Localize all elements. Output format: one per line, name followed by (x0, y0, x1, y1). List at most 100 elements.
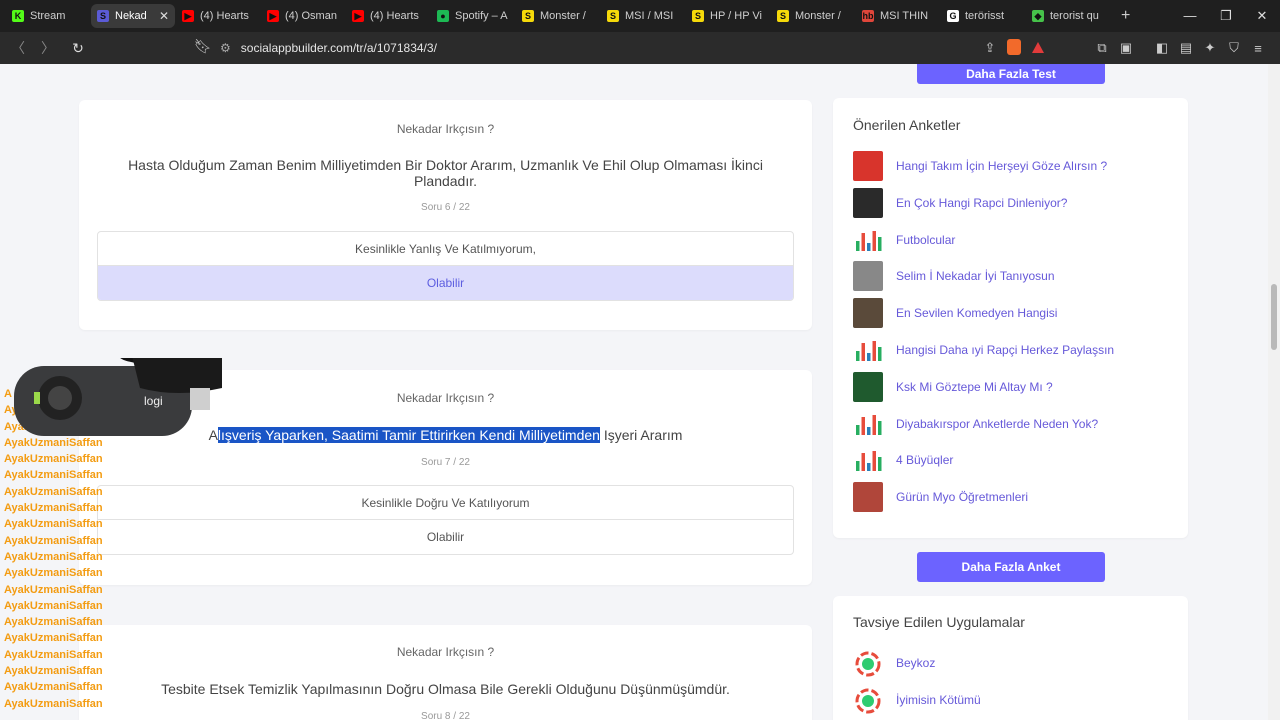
browser-tab[interactable]: K Stream (6, 4, 90, 28)
app-item[interactable]: İyimisin Kötümü (853, 685, 981, 715)
browser-tab[interactable]: hb MSI THIN (856, 4, 940, 28)
cam-brand-label: logi (144, 394, 163, 408)
browser-tab[interactable]: S HP / HP Vi (686, 4, 770, 28)
survey-label: 4 Büyüqler (896, 453, 954, 468)
page-scrollbar[interactable] (1268, 64, 1280, 720)
chat-line: AyakUzmaniSaffan (4, 584, 324, 600)
answer-option-selected[interactable]: Olabilir (98, 266, 793, 300)
minimize-icon[interactable]: — (1172, 0, 1208, 32)
tab-title: (4) Hearts (370, 10, 419, 22)
browser-tab[interactable]: S Monster / (516, 4, 600, 28)
bookmark-icon[interactable]: 🔖︎ (194, 38, 212, 55)
survey-item[interactable]: En Çok Hangi Rapci Dinleniyor? (853, 187, 1067, 218)
browser-tab[interactable]: Gterörisst (941, 4, 1025, 28)
tab-favicon-icon: S (607, 10, 619, 22)
survey-item[interactable]: Ksk Mi Göztepe Mi Altay Mı ? (853, 371, 1053, 402)
wallet-icon[interactable]: ▤ (1174, 40, 1198, 56)
survey-label: En Sevilen Komedyen Hangisi (896, 306, 1058, 321)
question-card-6: Nekadar Irkçısın ? Hasta Olduğum Zaman B… (79, 100, 812, 330)
chat-username: AyakUzmaniSaffan (4, 681, 103, 694)
address-bar[interactable]: ⚙ socialappbuilder.com/tr/a/1071834/3/ (220, 36, 1020, 60)
screenshot-icon[interactable]: ▣ (1114, 40, 1138, 56)
question-title: Nekadar Irkçısın ? (396, 122, 495, 136)
leo-ai-icon[interactable]: ✦ (1198, 40, 1222, 56)
survey-item[interactable]: Diyabakırspor Anketlerde Neden Yok? (853, 409, 1098, 439)
survey-label: Futbolcular (896, 232, 956, 247)
chat-line: AyakUzmaniSaffan (4, 600, 324, 616)
new-tab-icon[interactable]: + (1121, 7, 1130, 25)
tab-title: HP / HP Vi (710, 10, 762, 22)
tab-title: Monster / (795, 10, 841, 22)
site-info-icon[interactable]: ⚙ (220, 41, 231, 55)
survey-item[interactable]: Hangisi Daha ıyi Rapçi Herkez Paylaşsın (853, 335, 1114, 365)
survey-item[interactable]: Futbolcular (853, 225, 955, 255)
tab-favicon-icon: ▶ (267, 10, 279, 22)
close-window-icon[interactable]: ✕ (1244, 0, 1280, 32)
chat-line: AyakUzmaniSaffan (4, 486, 324, 502)
survey-label: Ksk Mi Göztepe Mi Altay Mı ? (896, 379, 1053, 394)
brave-shields-icon[interactable] (1002, 38, 1026, 58)
survey-label: Hangi Takım İçin Herşeyi Göze Alırsın ? (896, 159, 1108, 173)
question-counter: Soru 6 / 22 (421, 202, 470, 213)
scrollbar-thumb[interactable] (1271, 284, 1277, 350)
chat-username: AyakUzmaniSaffan (4, 453, 103, 466)
share-icon[interactable]: ⇪ (978, 40, 1002, 56)
tab-favicon-icon: S (692, 10, 704, 22)
more-surveys-button[interactable]: Daha Fazla Anket (917, 552, 1105, 582)
browser-tab[interactable]: S Nekad ✕ (91, 4, 175, 28)
chat-username: AyakUzmaniSaffan (4, 616, 103, 629)
chat-username: AyakUzmaniSaffan (4, 697, 103, 710)
app-icon (855, 688, 881, 714)
browser-tab[interactable]: ▶ (4) Hearts (176, 4, 260, 28)
browser-tab[interactable]: ◆ terorist qu (1026, 4, 1110, 28)
browser-tab-bar: K Stream S Nekad ✕ ▶ (4) Hearts ▶ (4) Osman ▶ (4) … (0, 0, 1280, 32)
survey-item[interactable]: 4 Büyüqler (853, 445, 953, 475)
survey-thumbnail (853, 298, 883, 329)
chat-username: AyakUzmaniSaffan (4, 550, 103, 563)
chat-line: AyakUzmaniSaffan (4, 518, 324, 534)
more-tests-button[interactable]: Daha Fazla Test (917, 64, 1105, 84)
forward-icon[interactable]: 〉 (36, 38, 60, 58)
vpn-icon[interactable]: ⛉ (1222, 40, 1246, 56)
app-icon (855, 651, 881, 677)
browser-tab[interactable]: S Monster / (771, 4, 855, 28)
answer-options: Kesinlikle Yanlış Ve Katılmıyorum, Olabi… (97, 231, 794, 301)
tab-title: Spotify – A (455, 10, 508, 22)
chat-username: AyakUzmaniSaffan (4, 485, 103, 498)
tab-favicon-icon: ◆ (1032, 10, 1044, 22)
survey-label: Hangisi Daha ıyi Rapçi Herkez Paylaşsın (896, 343, 1115, 357)
app-item[interactable]: Beykoz (853, 648, 935, 678)
survey-item[interactable]: Selim İ Nekadar İyi Tanıyosun (853, 261, 1055, 292)
survey-thumbnail (853, 371, 883, 402)
extensions-icon[interactable]: ⧉ (1090, 40, 1114, 56)
answer-option[interactable]: Kesinlikle Yanlış Ve Katılmıyorum, (98, 232, 793, 266)
survey-item[interactable]: Hangi Takım İçin Herşeyi Göze Alırsın ? (853, 151, 1107, 181)
tab-favicon-icon: S (97, 10, 109, 22)
survey-item[interactable]: En Sevilen Komedyen Hangisi (853, 298, 1058, 329)
close-tab-icon[interactable]: ✕ (159, 9, 169, 23)
maximize-icon[interactable]: ❐ (1208, 0, 1244, 32)
back-icon[interactable]: 〈 (6, 38, 30, 58)
browser-tab[interactable]: S MSI / MSI (601, 4, 685, 28)
chat-username: AyakUzmaniSaffan (4, 534, 103, 547)
browser-tab[interactable]: ▶ (4) Osman (261, 4, 345, 28)
menu-icon[interactable]: ≡ (1246, 41, 1270, 56)
chat-username: AyakUzmaniSaffan (4, 632, 103, 645)
chat-username: AyakUzmaniSaffan (4, 599, 103, 612)
survey-item[interactable]: Gürün Myo Öğretmenleri (853, 482, 1028, 513)
chat-username: AyakUzmaniSaffan (4, 665, 103, 678)
app-label: Beykoz (896, 656, 936, 670)
chat-username: A (4, 388, 12, 400)
brave-rewards-icon[interactable] (1026, 41, 1050, 56)
survey-thumbnail (856, 414, 882, 435)
reload-icon[interactable]: ↻ (66, 40, 90, 57)
tab-favicon-icon: hb (862, 10, 874, 22)
browser-tab[interactable]: ● Spotify – A (431, 4, 515, 28)
chat-line: AyakUzmaniSaffan (4, 681, 324, 697)
chat-line: AyakUzmaniSaffan (4, 453, 324, 469)
sidebar-icon[interactable]: ◧ (1150, 40, 1174, 56)
survey-thumbnail (856, 341, 882, 361)
survey-thumbnail (856, 230, 882, 251)
browser-tab[interactable]: ▶ (4) Hearts (346, 4, 430, 28)
chat-line: AyakUzmaniSaffan (4, 535, 324, 551)
